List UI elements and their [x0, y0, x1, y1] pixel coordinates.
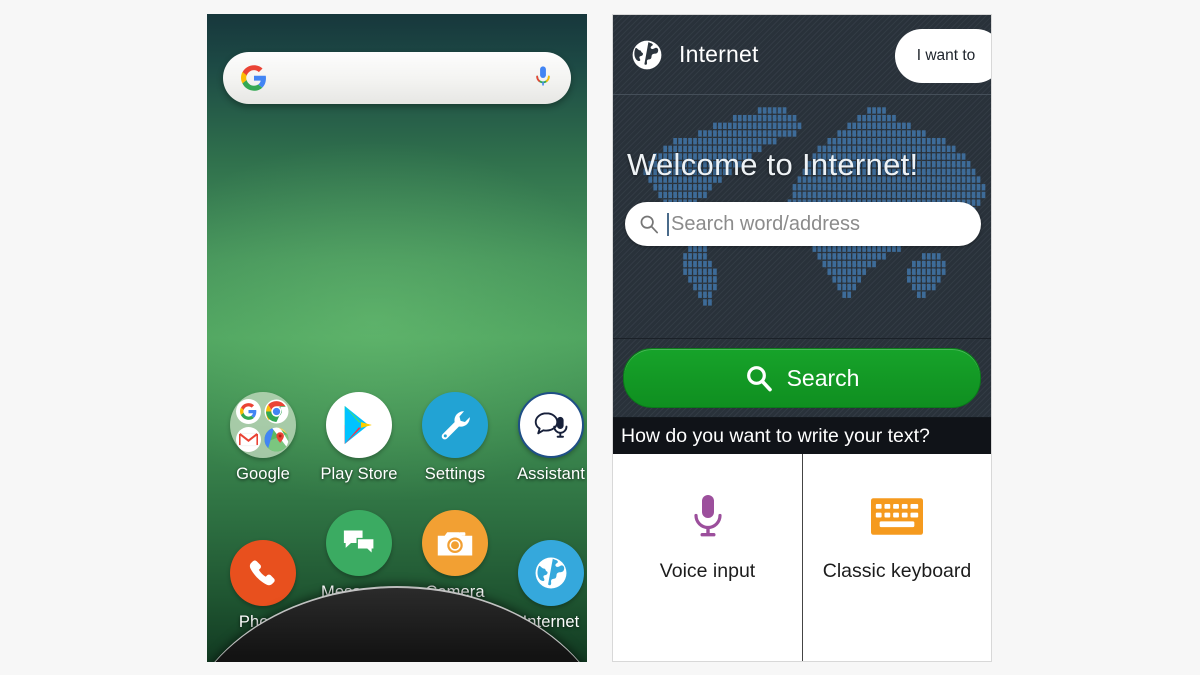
- google-folder-icon: [230, 392, 296, 458]
- voice-input-label: Voice input: [659, 560, 756, 582]
- input-method-options: Voice input Classic keyboard: [613, 454, 991, 661]
- i-want-to-button[interactable]: I want to: [895, 29, 991, 83]
- globe-icon: [629, 37, 665, 73]
- assistant-mic-icon: [518, 392, 584, 458]
- camera-icon: [422, 510, 488, 576]
- search-button[interactable]: Search: [623, 348, 981, 408]
- search-input[interactable]: Search word/address: [625, 202, 981, 246]
- classic-keyboard-option[interactable]: Classic keyboard: [802, 454, 991, 661]
- welcome-title: Welcome to Internet!: [627, 147, 919, 182]
- classic-keyboard-label: Classic keyboard: [822, 560, 972, 582]
- app-assistant[interactable]: Assistant: [503, 392, 587, 484]
- internet-app-screen: Internet I want to Welcome to Internet! …: [612, 14, 992, 662]
- keyboard-icon: [871, 492, 923, 540]
- app-settings[interactable]: Settings: [407, 392, 503, 484]
- phone-home-screen: Google Play Store Settings Assistant Int…: [207, 14, 587, 662]
- wrench-icon: [422, 392, 488, 458]
- write-prompt-text: How do you want to write your text?: [621, 424, 930, 447]
- google-g-logo: [241, 65, 267, 91]
- search-placeholder: Search word/address: [671, 212, 860, 235]
- globe-icon: [518, 540, 584, 606]
- screenshot-stage: Google Play Store Settings Assistant Int…: [0, 0, 1200, 675]
- app-label: Settings: [424, 465, 486, 483]
- app-google-folder[interactable]: Google: [215, 392, 311, 484]
- app-title: Internet: [679, 41, 759, 67]
- app-label: Play Store: [320, 465, 398, 483]
- search-button-label: Search: [786, 364, 860, 391]
- search-icon: [745, 364, 773, 392]
- write-prompt-bar: How do you want to write your text?: [613, 418, 991, 454]
- search-button-band: Search: [613, 339, 991, 418]
- gmail-icon: [236, 426, 261, 452]
- app-label: Assistant: [517, 465, 585, 483]
- play-store-icon: [326, 392, 392, 458]
- app-label: Google: [236, 465, 290, 483]
- app-play-store[interactable]: Play Store: [311, 392, 407, 484]
- microphone-icon: [691, 492, 725, 540]
- maps-icon: [264, 427, 289, 452]
- google-g-icon: [236, 398, 261, 424]
- welcome-section: Welcome to Internet! Search word/address: [613, 95, 991, 339]
- microphone-icon[interactable]: [533, 65, 553, 91]
- google-search-widget[interactable]: [223, 52, 571, 104]
- text-caret: [667, 212, 669, 236]
- app-header: Internet I want to: [613, 15, 991, 95]
- voice-input-option[interactable]: Voice input: [613, 454, 802, 661]
- messages-bubbles-icon: [326, 510, 392, 576]
- chrome-icon: [264, 399, 289, 424]
- phone-handset-icon: [230, 540, 296, 606]
- search-icon: [639, 214, 659, 234]
